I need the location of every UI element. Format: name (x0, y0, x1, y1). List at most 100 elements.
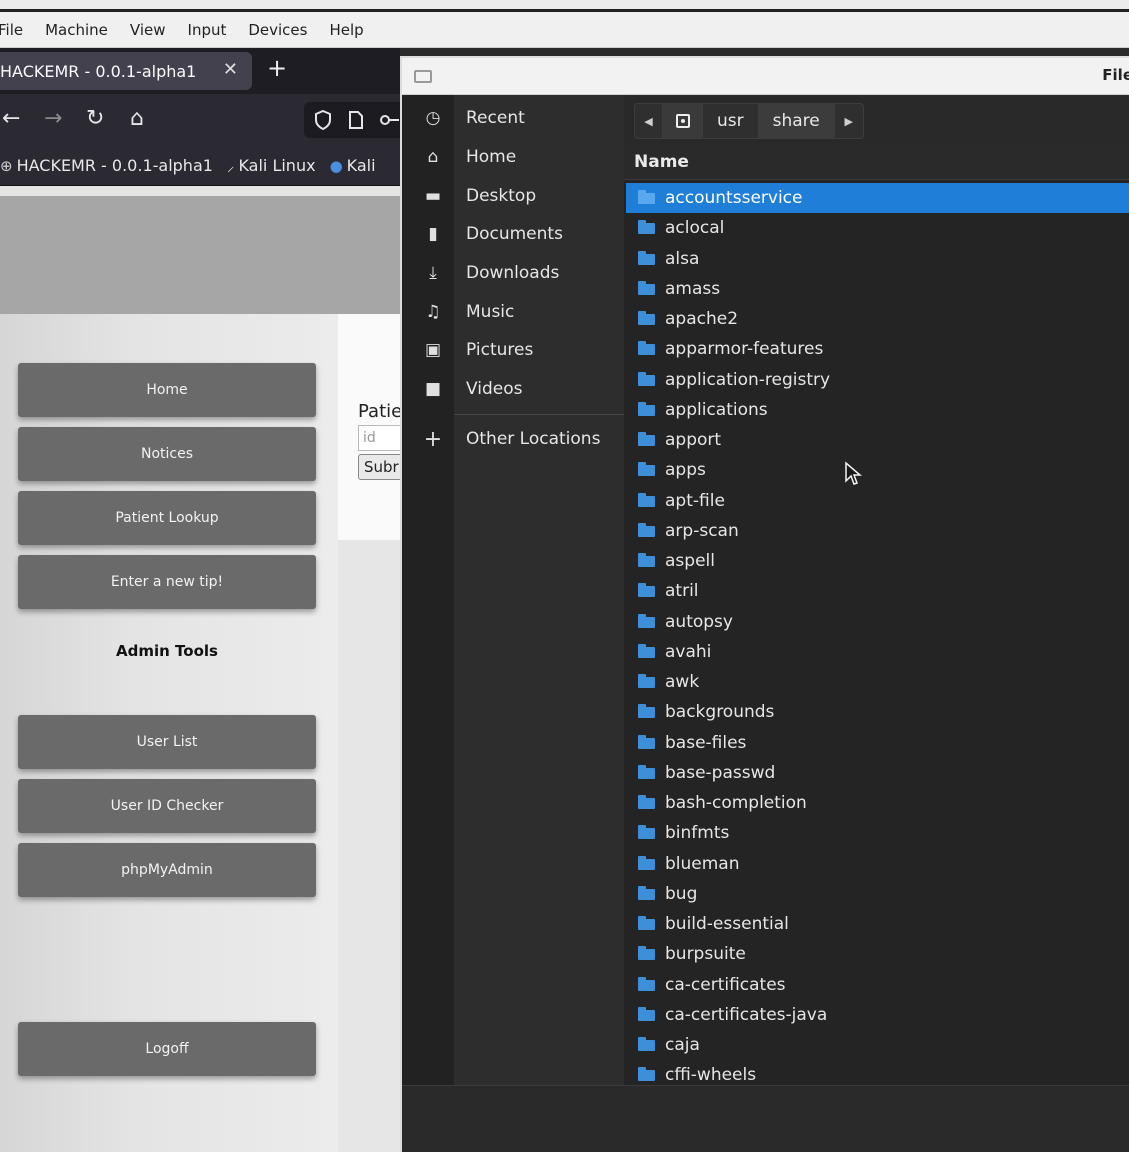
disk-icon[interactable] (663, 104, 703, 138)
file-list-row[interactable]: apache2 (626, 304, 1129, 334)
vm-menu-input[interactable]: Input (188, 21, 227, 39)
place-recent[interactable]: ◷ Recent (402, 99, 624, 137)
file-list-row[interactable]: apport (626, 425, 1129, 455)
dialog-footer (402, 1085, 1129, 1152)
place-videos[interactable]: ■ Videos (402, 370, 624, 408)
path-segment-usr[interactable]: usr (703, 104, 759, 138)
bookmark-kali[interactable]: ● Kali (330, 156, 376, 175)
file-list-row[interactable]: build-essential (626, 909, 1129, 939)
place-desktop[interactable]: ▬ Desktop (402, 177, 624, 215)
folder-icon (638, 916, 655, 930)
vm-menu-file[interactable]: File (0, 21, 23, 39)
file-list-row[interactable]: amass (626, 274, 1129, 304)
file-name: cffi-wheels (665, 1065, 757, 1086)
place-music[interactable]: ♫ Music (402, 293, 624, 331)
file-list-row[interactable]: blueman (626, 849, 1129, 879)
file-list-row[interactable]: binfmts (626, 818, 1129, 848)
vm-menu-help[interactable]: Help (329, 21, 363, 39)
file-list-row[interactable]: aclocal (626, 213, 1129, 243)
path-segment-share[interactable]: share (758, 104, 835, 138)
reload-icon[interactable]: ↻ (86, 106, 104, 131)
path-right-arrow-icon[interactable]: ▶ (835, 104, 863, 138)
video-icon: ■ (424, 379, 442, 399)
place-other-locations[interactable]: + Other Locations (402, 420, 624, 458)
place-label: Documents (466, 224, 563, 244)
folder-icon (638, 462, 655, 477)
close-icon[interactable]: ✕ (223, 59, 238, 80)
vm-menu-devices[interactable]: Devices (248, 21, 307, 39)
file-list-row[interactable]: alsa (626, 244, 1129, 274)
folder-icon (638, 583, 655, 598)
patient-id-input[interactable]: id (358, 425, 400, 451)
file-list-row[interactable]: autopsy (626, 607, 1129, 637)
browser-nav-bar: ← → ↻ ⌂ (0, 94, 404, 146)
file-name: apparmor-features (665, 339, 824, 360)
file-name: arp-scan (665, 520, 739, 541)
home-icon[interactable]: ⌂ (130, 106, 144, 131)
new-tip-button[interactable]: Enter a new tip! (18, 555, 316, 609)
bookmarks-bar: ⊕ HACKEMR - 0.0.1-alpha1 ⸝ Kali Linux ● … (0, 146, 400, 186)
file-list-row[interactable]: apt-file (626, 486, 1129, 516)
vm-menu-machine[interactable]: Machine (45, 21, 108, 39)
mouse-pointer-icon (845, 461, 862, 485)
file-list-row[interactable]: base-files (626, 728, 1129, 758)
path-left-arrow-icon[interactable]: ◀ (635, 104, 663, 138)
file-list-row[interactable]: caja (626, 1030, 1129, 1060)
place-label: Desktop (466, 186, 537, 206)
browser-tab[interactable]: HACKEMR - 0.0.1-alpha1 ✕ (0, 52, 252, 90)
kali-tools-icon: ● (329, 156, 343, 175)
place-downloads[interactable]: ⤓ Downloads (402, 254, 624, 292)
place-home[interactable]: ⌂ Home (402, 138, 624, 176)
url-bar[interactable] (304, 102, 404, 138)
place-label: Pictures (466, 340, 534, 360)
back-arrow-icon[interactable]: ← (2, 106, 20, 131)
file-list-row[interactable]: bug (626, 879, 1129, 909)
file-list-row[interactable]: arp-scan (626, 516, 1129, 546)
key-icon[interactable] (380, 112, 400, 128)
folder-icon (638, 1006, 655, 1021)
place-pictures[interactable]: ▣ Pictures (402, 331, 624, 369)
file-list-row[interactable]: atril (626, 576, 1129, 606)
file-list-row[interactable]: accountsservice (626, 183, 1129, 213)
patient-submit-button[interactable]: Subr (358, 454, 400, 480)
name-column-header[interactable]: Name (624, 146, 1129, 180)
page-content-bottom (338, 540, 400, 1152)
shield-icon[interactable] (314, 110, 332, 130)
notices-button[interactable]: Notices (18, 427, 316, 481)
file-list-row[interactable]: base-passwd (626, 758, 1129, 788)
file-list-row[interactable]: burpsuite (626, 939, 1129, 969)
places-sidebar: ◷ Recent ⌂ Home ▬ Desktop ▮ Documents ⤓ … (402, 95, 624, 1085)
file-name: backgrounds (665, 702, 775, 723)
patient-lookup-button[interactable]: Patient Lookup (18, 491, 316, 545)
file-list-row[interactable]: ca-certificates (626, 970, 1129, 1000)
plus-icon[interactable]: + (267, 54, 287, 82)
place-documents[interactable]: ▮ Documents (402, 215, 624, 253)
folder-icon (638, 280, 655, 295)
phpmyadmin-button[interactable]: phpMyAdmin (18, 843, 316, 897)
file-list-row[interactable]: backgrounds (626, 697, 1129, 727)
file-list-row[interactable]: bash-completion (626, 788, 1129, 818)
bookmark-kali-linux[interactable]: ⸝ Kali Linux (227, 156, 316, 176)
bookmark-hackemr[interactable]: ⊕ HACKEMR - 0.0.1-alpha1 (0, 156, 213, 175)
file-list-row[interactable]: apps (626, 455, 1129, 485)
forward-arrow-icon[interactable]: → (44, 106, 62, 131)
file-list-row[interactable]: applications (626, 395, 1129, 425)
vm-menu-view[interactable]: View (130, 21, 166, 39)
user-list-button[interactable]: User List (18, 715, 316, 769)
home-button[interactable]: Home (18, 363, 316, 417)
user-id-checker-button[interactable]: User ID Checker (18, 779, 316, 833)
file-name: base-passwd (665, 762, 776, 783)
file-list-row[interactable]: apparmor-features (626, 334, 1129, 364)
file-list-row[interactable]: application-registry (626, 365, 1129, 395)
folder-icon (638, 946, 655, 961)
file-list-row[interactable]: aspell (626, 546, 1129, 576)
page-icon[interactable] (348, 110, 364, 130)
folder-icon (638, 250, 655, 265)
file-list-row[interactable]: avahi (626, 637, 1129, 667)
folder-icon (638, 220, 655, 235)
folder-icon (638, 1037, 655, 1051)
logoff-button[interactable]: Logoff (18, 1022, 316, 1076)
file-list-row[interactable]: ca-certificates-java (626, 1000, 1129, 1030)
file-list-row[interactable]: awk (626, 667, 1129, 697)
file-name: amass (665, 278, 721, 299)
